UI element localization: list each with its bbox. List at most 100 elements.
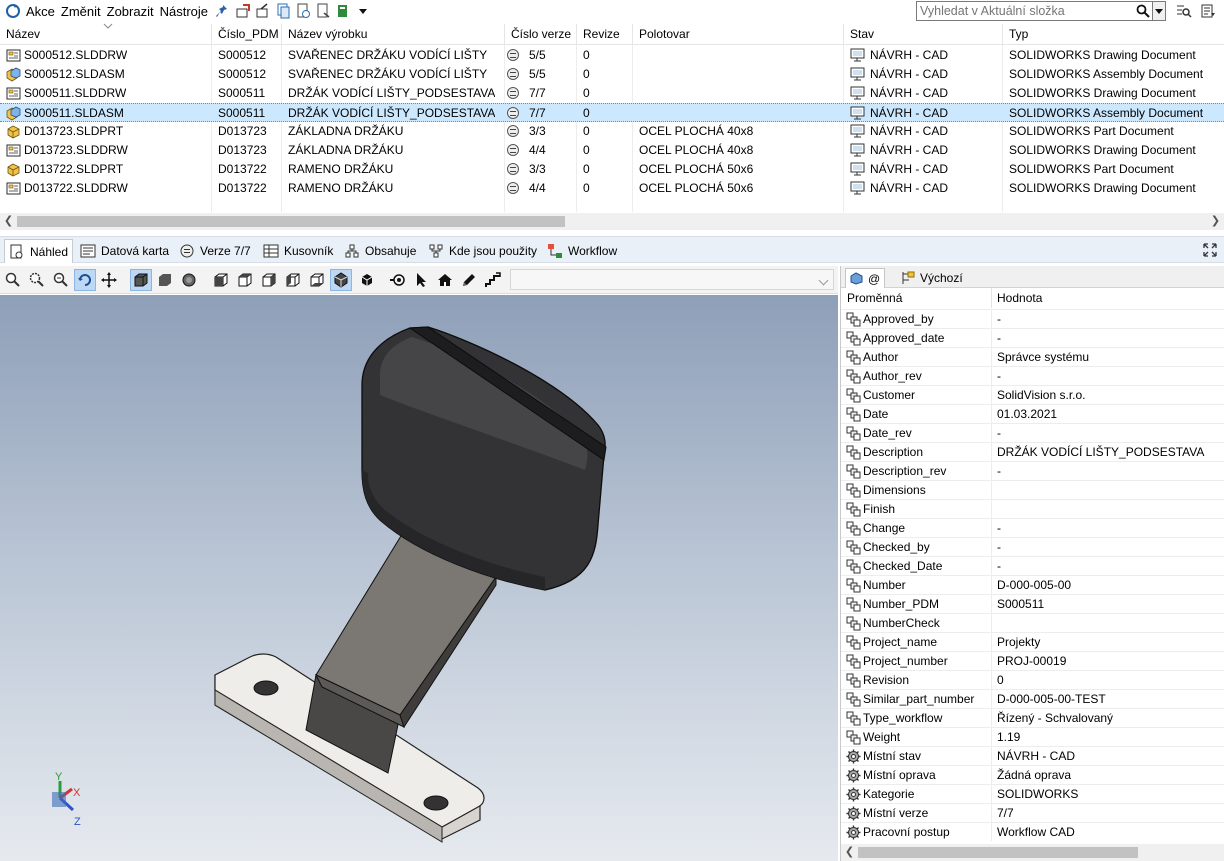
file-list-horizontal-scrollbar[interactable]: ❮ ❯ xyxy=(0,213,1224,230)
property-row[interactable]: Checked_Date - xyxy=(841,556,1224,575)
pan-icon[interactable] xyxy=(98,269,120,291)
property-value[interactable]: 01.03.2021 xyxy=(997,405,1057,423)
scroll-right-icon[interactable]: ❯ xyxy=(1207,213,1224,230)
property-value[interactable]: - xyxy=(997,557,1001,575)
property-row[interactable]: Místní stav NÁVRH - CAD xyxy=(841,746,1224,765)
scroll-left-icon[interactable]: ❮ xyxy=(0,213,17,230)
file-row[interactable]: S000511.SLDASM S000511 DRŽÁK VODÍCÍ LIŠTY_… xyxy=(0,103,1224,122)
property-row[interactable]: Description_rev - xyxy=(841,461,1224,480)
property-row[interactable]: Místní verze 7/7 xyxy=(841,803,1224,822)
property-row[interactable]: Finish xyxy=(841,499,1224,518)
property-value[interactable]: - xyxy=(997,367,1001,385)
configuration-select[interactable] xyxy=(510,269,834,290)
property-row[interactable]: Pracovní postup Workflow CAD xyxy=(841,822,1224,841)
copy-tree-icon[interactable] xyxy=(273,1,293,21)
get-version-icon[interactable] xyxy=(293,1,313,21)
check-out-icon[interactable] xyxy=(233,1,253,21)
isometric-view-icon[interactable] xyxy=(330,269,352,291)
property-value[interactable]: Žádná oprava xyxy=(997,766,1071,784)
property-row[interactable]: Dimensions xyxy=(841,480,1224,499)
rotate-icon[interactable] xyxy=(74,269,96,291)
zoom-icon[interactable] xyxy=(2,269,24,291)
explode-icon[interactable] xyxy=(356,269,378,291)
property-value[interactable]: - xyxy=(997,519,1001,537)
3d-viewport[interactable]: Y X Z xyxy=(0,295,838,861)
property-row[interactable]: Checked_by - xyxy=(841,537,1224,556)
property-value[interactable]: 0 xyxy=(997,671,1004,689)
change-state-icon[interactable] xyxy=(333,1,353,21)
property-value[interactable]: SOLIDWORKS xyxy=(997,785,1078,803)
top-view-icon[interactable] xyxy=(306,269,328,291)
shaded-icon[interactable] xyxy=(154,269,176,291)
property-value[interactable]: - xyxy=(997,329,1001,347)
property-value[interactable]: - xyxy=(997,310,1001,328)
markup-pen-icon[interactable] xyxy=(458,269,480,291)
property-row[interactable]: Similar_part_number D-000-005-00-TEST xyxy=(841,689,1224,708)
home-view-icon[interactable] xyxy=(434,269,456,291)
property-value[interactable]: Projekty xyxy=(997,633,1040,651)
property-value[interactable]: Workflow CAD xyxy=(997,823,1075,841)
left-view-icon[interactable] xyxy=(258,269,280,291)
file-row[interactable]: S000511.SLDDRW S000511 DRŽÁK VODÍCÍ LIŠTY_… xyxy=(0,84,1224,103)
property-row[interactable]: Date 01.03.2021 xyxy=(841,404,1224,423)
file-row[interactable]: D013722.SLDPRT D013722 RAMENO DRŽÁKU 3/3 0 OC… xyxy=(0,160,1224,179)
file-row[interactable]: S000512.SLDASM S000512 SVAŘENEC DRŽÁKU VOD… xyxy=(0,65,1224,84)
property-row[interactable]: Number_PDM S000511 xyxy=(841,594,1224,613)
file-row[interactable]: D013723.SLDPRT D013723 ZÁKLADNA DRŽÁKU 3/3 0… xyxy=(0,122,1224,141)
file-row[interactable]: S000512.SLDDRW S000512 SVAŘENEC DRŽÁKU VOD… xyxy=(0,46,1224,65)
shaded-with-edges-icon[interactable] xyxy=(130,269,152,291)
property-value[interactable]: NÁVRH - CAD xyxy=(997,747,1075,765)
property-value[interactable]: Správce systému xyxy=(997,348,1089,366)
property-row[interactable]: Approved_by - xyxy=(841,309,1224,328)
tab-kusovnik[interactable]: Kusovník xyxy=(259,239,337,263)
filter-icon[interactable] xyxy=(1198,1,1218,21)
search-input[interactable] xyxy=(917,2,1134,20)
menu-akce[interactable]: Akce xyxy=(23,4,58,19)
tab-nahled[interactable]: Náhled xyxy=(4,239,74,263)
property-row[interactable]: Author_rev - xyxy=(841,366,1224,385)
property-value[interactable]: - xyxy=(997,462,1001,480)
tab-obsahuje[interactable]: Obsahuje xyxy=(340,239,420,263)
property-value[interactable]: S000511 xyxy=(997,595,1044,613)
app-refresh-icon[interactable] xyxy=(3,1,23,21)
property-row[interactable]: Customer SolidVision s.r.o. xyxy=(841,385,1224,404)
wireframe-icon[interactable] xyxy=(178,269,200,291)
file-row[interactable]: D013722.SLDDRW D013722 RAMENO DRŽÁKU 4/4 0 OC… xyxy=(0,179,1224,198)
menu-nastroje[interactable]: Nástroje xyxy=(157,4,211,19)
property-value[interactable]: D-000-005-00-TEST xyxy=(997,690,1106,708)
advanced-search-icon[interactable] xyxy=(1174,1,1194,21)
back-view-icon[interactable] xyxy=(234,269,256,291)
property-value[interactable]: PROJ-00019 xyxy=(997,652,1066,670)
scrollbar-thumb[interactable] xyxy=(858,847,1138,858)
zoom-to-area-icon[interactable] xyxy=(26,269,48,291)
menu-zmenit[interactable]: Změnit xyxy=(58,4,104,19)
tab-datova-karta[interactable]: Datová karta xyxy=(76,239,173,263)
property-row[interactable]: Project_number PROJ-00019 xyxy=(841,651,1224,670)
column-header-value[interactable]: Hodnota xyxy=(997,288,1042,308)
column-header-variable[interactable]: Proměnná xyxy=(847,288,902,308)
property-row[interactable]: Author Správce systému xyxy=(841,347,1224,366)
search-dropdown-icon[interactable] xyxy=(1152,2,1165,20)
property-row[interactable]: Project_name Projekty xyxy=(841,632,1224,651)
search-icon[interactable] xyxy=(1134,2,1152,20)
property-row[interactable]: Weight 1.19 xyxy=(841,727,1224,746)
dropdown-arrow-icon[interactable] xyxy=(353,1,373,21)
property-row[interactable]: Number D-000-005-00 xyxy=(841,575,1224,594)
property-value[interactable]: D-000-005-00 xyxy=(997,576,1071,594)
property-value[interactable]: 1.19 xyxy=(997,728,1020,746)
section-icon[interactable] xyxy=(482,269,504,291)
select-icon[interactable] xyxy=(410,269,432,291)
measure-icon[interactable] xyxy=(386,269,408,291)
property-row[interactable]: Kategorie SOLIDWORKS xyxy=(841,784,1224,803)
column-header-revize[interactable]: Revize xyxy=(577,24,633,45)
pin-icon[interactable] xyxy=(213,1,233,21)
column-header-stav[interactable]: Stav xyxy=(844,24,1003,45)
front-view-icon[interactable] xyxy=(210,269,232,291)
property-row[interactable]: Revision 0 xyxy=(841,670,1224,689)
column-header-cislo-pdm[interactable]: Číslo_PDM xyxy=(212,24,282,45)
property-row[interactable]: Change - xyxy=(841,518,1224,537)
scrollbar-thumb[interactable] xyxy=(17,216,565,227)
property-row[interactable]: NumberCheck xyxy=(841,613,1224,632)
properties-horizontal-scrollbar[interactable]: ❮ xyxy=(841,844,1224,861)
column-header-cislo-verze[interactable]: Číslo verze xyxy=(505,24,577,45)
